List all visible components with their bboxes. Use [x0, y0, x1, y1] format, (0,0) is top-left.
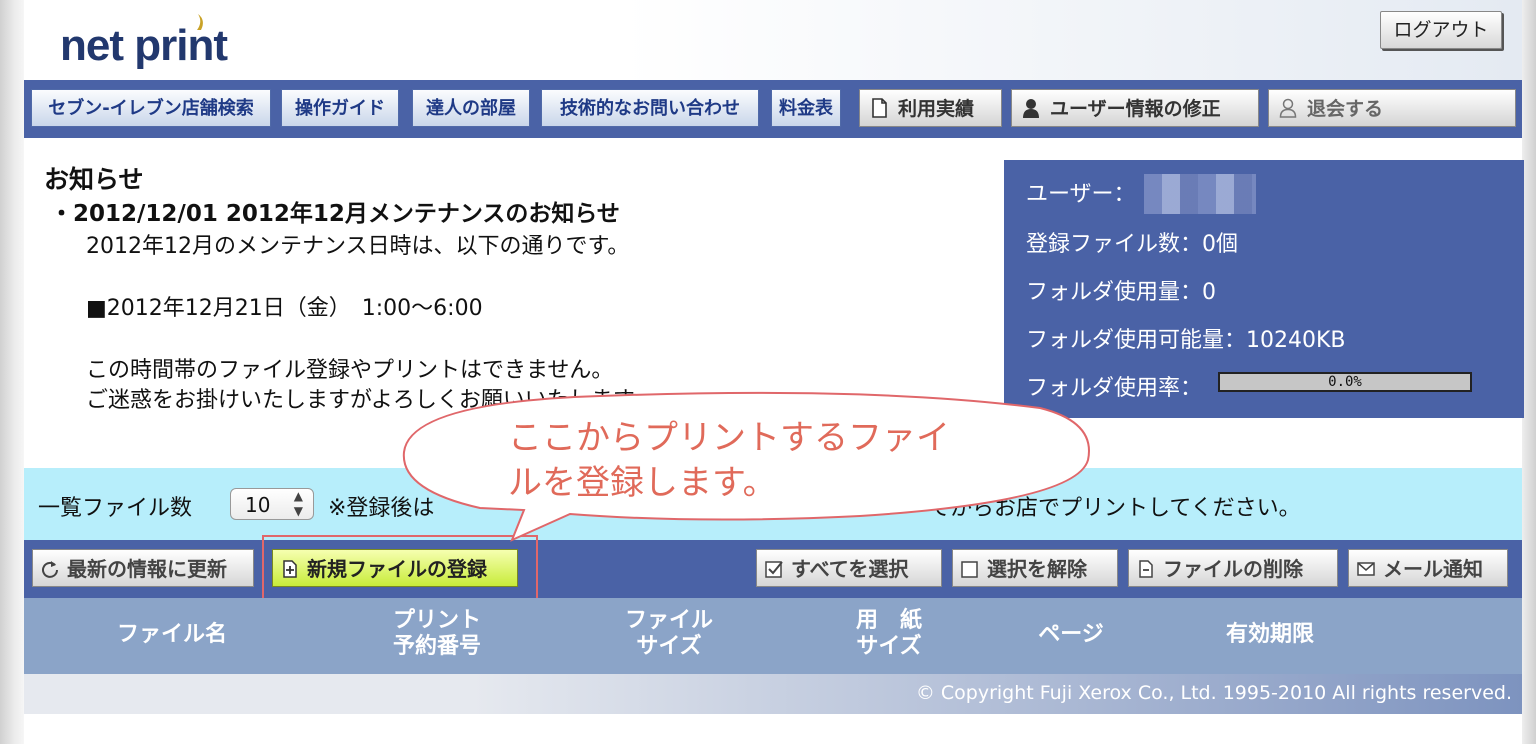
delete-file-icon	[1139, 560, 1153, 578]
folder-used-label: フォルダ使用量：0	[1026, 280, 1216, 305]
document-icon	[872, 98, 887, 118]
highlight-box	[262, 535, 538, 601]
select-arrows-icon: ▲ ▼	[293, 489, 303, 518]
callout-text: ここからプリントするファイ ルを登録します。	[508, 416, 950, 506]
col-file-size-line2: サイズ	[636, 634, 702, 659]
delete-file-label: ファイルの削除	[1163, 557, 1303, 581]
col-expiry[interactable]: 有効期限	[1210, 622, 1330, 648]
col-pages[interactable]: ページ	[1026, 622, 1116, 648]
checkbox-checked-icon	[765, 561, 783, 578]
select-all-label: すべてを選択	[791, 557, 909, 581]
user-outline-icon	[1279, 98, 1297, 118]
nav-expert-room[interactable]: 達人の部屋	[412, 89, 530, 127]
page: net print ログアウト セブン-イレブン店舗検索 操作ガイド 達人の部屋…	[0, 0, 1536, 744]
deselect-button[interactable]: 選択を解除	[952, 549, 1118, 587]
col-file-name-label: ファイル名	[116, 622, 227, 647]
news-headline[interactable]: ・2012/12/01 2012年12月メンテナンスのお知らせ	[50, 194, 620, 228]
nav-tech-support[interactable]: 技術的なお問い合わせ	[541, 89, 759, 127]
refresh-button[interactable]: 最新の情報に更新	[32, 549, 254, 587]
col-file-name[interactable]: ファイル名	[112, 622, 232, 648]
file-count-selected: 10	[245, 493, 271, 517]
checkbox-empty-icon	[961, 561, 978, 578]
col-file-size[interactable]: ファイル サイズ	[604, 608, 734, 660]
col-paper-size-line2: サイズ	[856, 634, 922, 659]
mail-notify-label: メール通知	[1383, 557, 1483, 581]
news-title: お知らせ	[44, 165, 144, 194]
unsubscribe-label: 退会する	[1307, 98, 1384, 120]
col-reservation-line2: 予約番号	[392, 634, 481, 659]
delete-file-button[interactable]: ファイルの削除	[1128, 549, 1338, 587]
usage-history-label: 利用実績	[898, 98, 975, 120]
news-line: 2012年12月のメンテナンス日時は、以下の通りです。	[86, 234, 630, 259]
col-file-size-line1: ファイル	[624, 608, 713, 633]
refresh-icon	[42, 561, 58, 578]
logout-button[interactable]: ログアウト	[1380, 11, 1502, 49]
file-table-header: ファイル名 プリント 予約番号 ファイル サイズ 用 紙 サイズ ページ 有効期…	[24, 598, 1522, 674]
nav-store-search[interactable]: セブン-イレブン店舗検索	[31, 89, 271, 127]
refresh-label: 最新の情報に更新	[67, 557, 227, 581]
col-expiry-label: 有効期限	[1225, 622, 1314, 647]
right-shadow	[1522, 0, 1536, 744]
user-label: ユーザー：	[1026, 182, 1136, 207]
header: net print ログアウト	[24, 0, 1522, 80]
nav-price-list[interactable]: 料金表	[771, 89, 841, 127]
folder-usage-bar: 0.0%	[1218, 372, 1472, 392]
mail-notify-button[interactable]: メール通知	[1348, 549, 1508, 587]
col-paper-size-line1: 用 紙	[855, 608, 922, 633]
user-name-blurred	[1144, 174, 1256, 214]
select-all-button[interactable]: すべてを選択	[756, 549, 942, 587]
logo-mark-icon	[197, 14, 203, 30]
account-info-panel: ユーザー： 登録ファイル数：0個 フォルダ使用量：0 フォルダ使用可能量：102…	[1004, 160, 1524, 418]
news-line: ■2012年12月21日（金） 1:00〜6:00	[86, 296, 483, 321]
folder-usage-value: 0.0%	[1328, 374, 1362, 390]
file-count-select[interactable]: 10 ▲ ▼	[230, 488, 314, 520]
file-count-label: 登録ファイル数：0個	[1026, 232, 1238, 257]
col-paper-size[interactable]: 用 紙 サイズ	[834, 608, 944, 660]
nav-bar: セブン-イレブン店舗検索 操作ガイド 達人の部屋 技術的なお問い合わせ 料金表 …	[24, 80, 1522, 138]
callout-line2: ルを登録します。	[508, 463, 777, 503]
unsubscribe-button[interactable]: 退会する	[1268, 89, 1516, 127]
footer: © Copyright Fuji Xerox Co., Ltd. 1995-20…	[24, 674, 1522, 714]
user-icon	[1023, 99, 1039, 118]
envelope-icon	[1357, 562, 1375, 576]
col-reservation-line1: プリント	[392, 608, 481, 633]
usage-history-button[interactable]: 利用実績	[859, 89, 1002, 127]
left-shadow	[0, 0, 24, 744]
news-line: この時間帯のファイル登録やプリントはできません。	[86, 358, 614, 383]
deselect-label: 選択を解除	[987, 557, 1087, 581]
col-pages-label: ページ	[1038, 622, 1104, 647]
nav-guide[interactable]: 操作ガイド	[281, 89, 399, 127]
edit-user-info-label: ユーザー情報の修正	[1050, 98, 1221, 120]
callout-line1: ここからプリントするファイ	[508, 418, 950, 458]
col-reservation-number[interactable]: プリント 予約番号	[372, 608, 502, 660]
file-count-select-label: 一覧ファイル数	[38, 496, 193, 521]
copyright: © Copyright Fuji Xerox Co., Ltd. 1995-20…	[915, 682, 1512, 704]
edit-user-info-button[interactable]: ユーザー情報の修正	[1011, 89, 1259, 127]
action-bar: 最新の情報に更新 新規ファイルの登録 すべてを選択 選択を解除 ファイルの削除	[24, 540, 1522, 598]
folder-capacity-label: フォルダ使用可能量：10240KB	[1026, 328, 1346, 353]
